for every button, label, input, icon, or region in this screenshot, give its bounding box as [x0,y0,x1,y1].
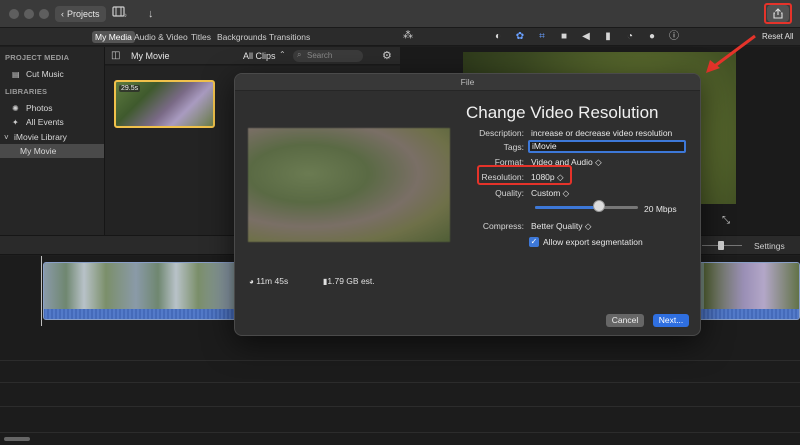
checkmark-icon: ✓ [530,237,538,246]
track-divider [0,382,800,383]
crop-icon[interactable]: ⌗ [536,30,548,44]
fullscreen-icon[interactable]: ⤡ [722,215,730,226]
clip-video-filmstrip [704,263,799,309]
photos-icon: ✺ [12,104,19,113]
preview-image [248,128,450,242]
star-icon: ✦ [12,118,19,127]
bitrate-slider-knob[interactable] [592,200,605,212]
tags-input[interactable]: iMovie [528,140,686,153]
resolution-highlight-box [477,165,572,185]
dialog-heading: Change Video Resolution [466,103,659,122]
quality-label: Quality: [495,188,524,198]
reset-all-button[interactable]: Reset All [762,32,794,41]
libraries-heading: LIBRARIES [5,87,48,96]
sidebar-item-label: Cut Music [26,69,64,79]
magic-wand-icon[interactable]: ⁂ [403,30,413,41]
search-icon: ⌕ [297,50,302,59]
gear-icon[interactable]: ⚙ [382,49,392,62]
playhead[interactable] [41,256,42,326]
projects-label: Projects [67,9,100,19]
tab-titles[interactable]: Titles [188,31,214,43]
sidebar-item-cut-music[interactable]: ▤ Cut Music [0,67,104,81]
info-icon[interactable]: ⓘ [668,30,680,44]
next-button[interactable]: Next... [653,314,689,327]
segmentation-checkbox[interactable]: ✓ [529,237,539,247]
minimize-window-button[interactable] [24,9,34,19]
camera-icon[interactable]: ■ [558,30,570,44]
annotation-arrow [706,34,756,73]
tab-transitions[interactable]: Transitions [266,31,313,43]
track-divider [0,432,800,433]
chevron-left-icon: ‹ [61,9,64,19]
clip-filter-dropdown[interactable]: All Clips [243,51,276,61]
sidebar-item-photos[interactable]: ✺ Photos [0,101,104,115]
sidebar-toggle-icon[interactable]: ◫ [111,50,120,61]
sidebar-item-label: My Movie [20,146,57,156]
browser-title: My Movie [131,51,170,61]
zoom-slider-knob[interactable] [718,241,724,250]
zoom-window-button[interactable] [39,9,49,19]
media-tabs-bar: My Media Audio & Video Titles Background… [0,28,800,46]
description-value: increase or decrease video resolution [531,128,673,138]
duration-value: 11m 45s [256,276,289,286]
film-icon: ▤ [12,70,20,79]
updown-chevron-icon: ⌃ [279,50,286,59]
sidebar-item-imovie-library[interactable]: ˅ iMovie Library [0,130,104,144]
equalizer-icon[interactable]: ▮ [602,30,614,44]
film-strip-icon[interactable]: ♪ [112,6,128,23]
timeline-scrollbar[interactable] [4,437,30,441]
main-toolbar: ‹ Projects ♪ ↓ [0,0,800,28]
clip-thumbnail[interactable]: 29.5s [114,80,215,128]
track-divider [0,360,800,361]
clock-icon: ◕ [249,277,254,286]
bitrate-slider-fill [535,206,599,209]
quality-select[interactable]: Custom ◇ [531,188,569,199]
share-highlight-box [764,3,792,24]
viewer-adjustment-icons: ◐ ✿ ⌗ ■ ◀ ▮ ◔ ● ⓘ [492,30,680,44]
projects-button[interactable]: ‹ Projects [55,6,106,22]
duration-stat: ◕ 11m 45s [249,276,288,286]
sidebar-item-label: All Events [26,117,64,127]
tab-audio-video[interactable]: Audio & Video [131,31,191,43]
color-balance-icon[interactable]: ◐ [492,30,504,44]
export-dialog: File Change Video Resolution Description… [234,73,701,336]
sidebar-item-all-events[interactable]: ✦ All Events [0,115,104,129]
compress-select[interactable]: Better Quality ◇ [531,221,591,232]
compress-label: Compress: [482,221,524,231]
sidebar-item-label: Photos [26,103,53,113]
svg-text:♪: ♪ [124,13,127,18]
tab-my-media[interactable]: My Media [92,31,135,43]
track-divider [0,406,800,407]
bitrate-value: 20 Mbps [644,204,677,214]
download-arrow-icon[interactable]: ↓ [148,6,154,22]
tab-backgrounds[interactable]: Backgrounds [214,31,270,43]
close-window-button[interactable] [9,9,19,19]
bitrate-slider-track[interactable] [535,206,638,209]
timeline-settings-button[interactable]: Settings [754,241,785,251]
search-input[interactable]: Search [293,50,363,62]
library-sidebar: PROJECT MEDIA ▤ Cut Music LIBRARIES ✺ Phot… [0,47,105,235]
color-palette-icon[interactable]: ✿ [514,30,526,44]
size-stat: ▮1.79 GB est. [323,276,375,286]
tags-label: Tags: [503,142,524,152]
size-value: 1.79 GB est. [327,276,375,286]
clip-duration-badge: 29.5s [119,85,141,92]
volume-icon[interactable]: ◀ [580,30,592,44]
speed-icon[interactable]: ◔ [624,30,636,44]
cancel-button[interactable]: Cancel [606,314,644,327]
description-label: Description: [479,128,524,138]
filter-icon[interactable]: ● [646,30,658,44]
project-media-heading: PROJECT MEDIA [5,53,70,62]
chevron-down-icon: ˅ [4,133,9,142]
sidebar-item-label: iMovie Library [14,132,67,142]
segmentation-label: Allow export segmentation [543,237,643,247]
dialog-title: File [235,74,700,91]
sidebar-item-my-movie[interactable]: My Movie [0,144,104,158]
